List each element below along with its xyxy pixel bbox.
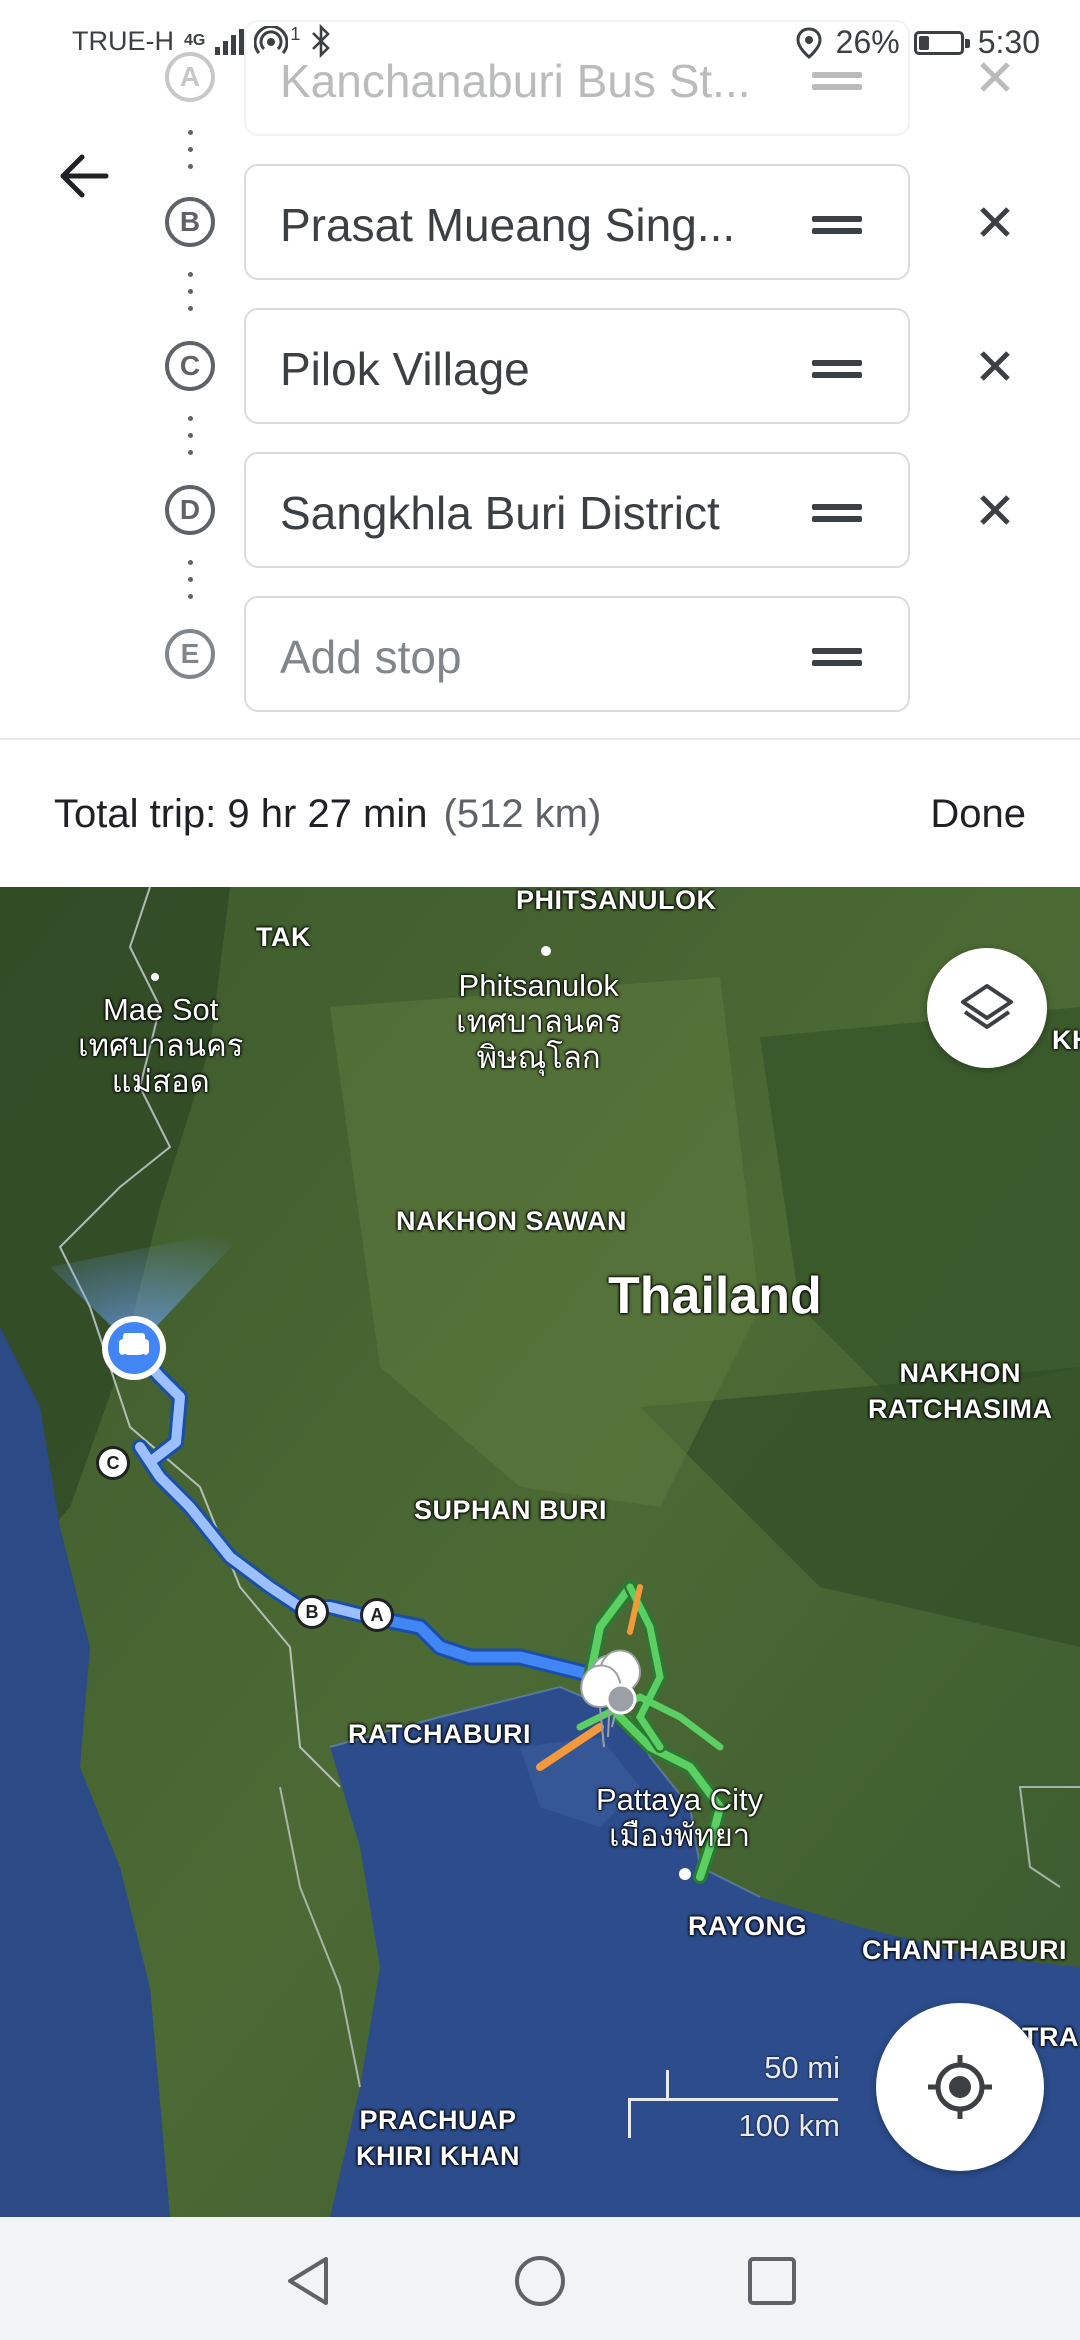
mae-sot-thai-2: แม่สอด <box>111 1064 210 1099</box>
close-icon <box>980 207 1010 237</box>
status-bar: TRUE-H 4G 1 26% 5:30 <box>0 0 1080 90</box>
nav-home-button[interactable] <box>512 2253 568 2309</box>
network-type: 4G <box>184 32 206 49</box>
battery-percent: 26% <box>835 24 900 60</box>
map-label-tak: TAK <box>256 922 311 952</box>
layers-button[interactable] <box>927 948 1047 1068</box>
map-label-chanthaburi: CHANTHABURI <box>862 1935 1067 1965</box>
map-label-nakhon-ratchasima: NAKHON RATCHASIMA <box>868 1355 1052 1427</box>
mae-sot-thai-1: เทศบาลนคร <box>78 1028 244 1063</box>
drag-handle-icon[interactable] <box>812 504 862 522</box>
triangle-back-icon <box>288 2257 328 2305</box>
scale-tick <box>628 2098 631 2138</box>
done-button[interactable]: Done <box>930 792 1026 837</box>
nakhon-ratchasima-1: NAKHON <box>899 1358 1021 1388</box>
nakhon-ratchasima-2: RATCHASIMA <box>868 1394 1053 1424</box>
map-label-mae-sot: Mae Sot เทศบาลนคร แม่สอด <box>78 992 243 1100</box>
scale-miles: 50 mi <box>764 2050 840 2085</box>
stop-letter-e: E <box>165 629 215 679</box>
trip-summary: Total trip: 9 hr 27 min (512 km) <box>54 792 601 837</box>
map-label-phitsanulok-region: PHITSANULOK <box>516 885 717 915</box>
prachuap-1: PRACHUAP <box>359 2105 517 2135</box>
map-label-suphan-buri: SUPHAN BURI <box>414 1495 608 1525</box>
phitsanulok-thai-2: พิษณุโลก <box>476 1040 601 1075</box>
remove-stop-d-button[interactable] <box>970 485 1020 535</box>
map-scale: 50 mi 100 km <box>620 2050 840 2150</box>
my-location-button[interactable] <box>876 2003 1044 2171</box>
trip-duration: Total trip: 9 hr 27 min <box>54 792 428 836</box>
map-label-ratchaburi: RATCHABURI <box>348 1719 531 1749</box>
map-label-nakhon-sawan: NAKHON SAWAN <box>396 1206 628 1236</box>
route-marker-a[interactable]: A <box>360 1598 394 1632</box>
signal-icon <box>215 27 245 55</box>
connector-dots <box>188 130 193 181</box>
map-label-prachuap: PRACHUAP KHIRI KHAN <box>356 2102 520 2174</box>
battery-icon <box>913 30 970 55</box>
map-label-rayong: RAYONG <box>688 1911 808 1941</box>
drag-handle-icon[interactable] <box>812 360 862 378</box>
status-right: 26% 5:30 <box>796 24 1040 61</box>
location-icon <box>796 26 822 59</box>
status-left: TRUE-H 4G 1 <box>72 24 332 58</box>
map-label-pattaya: Pattaya City เมืองพัทยา <box>596 1782 763 1854</box>
map-label-thailand: Thailand <box>608 1267 822 1325</box>
scale-km: 100 km <box>738 2108 840 2143</box>
phitsanulok-name: Phitsanulok <box>458 968 619 1003</box>
connector-dots <box>188 272 193 323</box>
panel-divider <box>0 738 1080 740</box>
pattaya-name: Pattaya City <box>596 1782 764 1817</box>
stop-field-c[interactable]: Pilok Village <box>244 308 910 424</box>
stop-d-text: Sangkhla Buri District <box>280 487 720 539</box>
layers-icon <box>961 984 1013 1029</box>
close-icon <box>980 351 1010 381</box>
stop-c-text: Pilok Village <box>280 343 530 395</box>
square-recents-icon <box>748 2257 796 2305</box>
stop-field-b[interactable]: Prasat Mueang Sing... <box>244 164 910 280</box>
remove-stop-c-button[interactable] <box>970 341 1020 391</box>
map-label-phitsanulok: Phitsanulok เทศบาลนคร พิษณุโลก <box>456 968 621 1076</box>
scale-bar <box>628 2098 838 2101</box>
connector-dots <box>188 416 193 467</box>
map-label-edge-kh: KH <box>1052 1025 1080 1055</box>
scale-tick <box>666 2070 669 2100</box>
car-icon[interactable] <box>102 1316 166 1380</box>
route-marker-c[interactable]: C <box>96 1446 130 1480</box>
nav-back-button[interactable] <box>280 2253 336 2309</box>
mae-sot-name: Mae Sot <box>102 992 219 1027</box>
carrier-label: TRUE-H <box>72 25 174 56</box>
trip-distance: (512 km) <box>443 792 602 836</box>
circle-home-icon <box>515 2256 565 2306</box>
pattaya-thai: เมืองพัทยา <box>608 1818 751 1853</box>
system-nav-bar <box>0 2217 1080 2340</box>
drag-handle-icon[interactable] <box>812 216 862 234</box>
close-icon <box>980 495 1010 525</box>
stop-letter-b: B <box>165 197 215 247</box>
add-stop-field[interactable]: Add stop <box>244 596 910 712</box>
add-stop-placeholder: Add stop <box>280 631 462 683</box>
route-marker-b[interactable]: B <box>295 1595 329 1629</box>
nav-recents-button[interactable] <box>744 2253 800 2309</box>
route-marker-c-label: C <box>106 1452 120 1473</box>
arrow-left-icon <box>60 154 109 198</box>
back-button[interactable] <box>48 140 120 212</box>
remove-stop-b-button[interactable] <box>970 197 1020 247</box>
route-marker-b-label: B <box>305 1601 319 1622</box>
my-location-icon <box>928 2055 992 2119</box>
prachuap-2: KHIRI KHAN <box>356 2141 520 2171</box>
connector-dots <box>188 560 193 611</box>
hotspot-icon <box>254 26 289 54</box>
stop-letter-c: C <box>165 341 215 391</box>
drag-handle-icon[interactable] <box>812 648 862 666</box>
stop-letter-d: D <box>165 485 215 535</box>
route-marker-a-label: A <box>370 1604 384 1625</box>
stop-b-text: Prasat Mueang Sing... <box>280 199 736 251</box>
phitsanulok-thai-1: เทศบาลนคร <box>456 1004 622 1039</box>
bluetooth-icon <box>312 24 331 58</box>
clock: 5:30 <box>977 24 1040 60</box>
stop-field-d[interactable]: Sangkhla Buri District <box>244 452 910 568</box>
hotspot-badge: 1 <box>290 24 301 44</box>
